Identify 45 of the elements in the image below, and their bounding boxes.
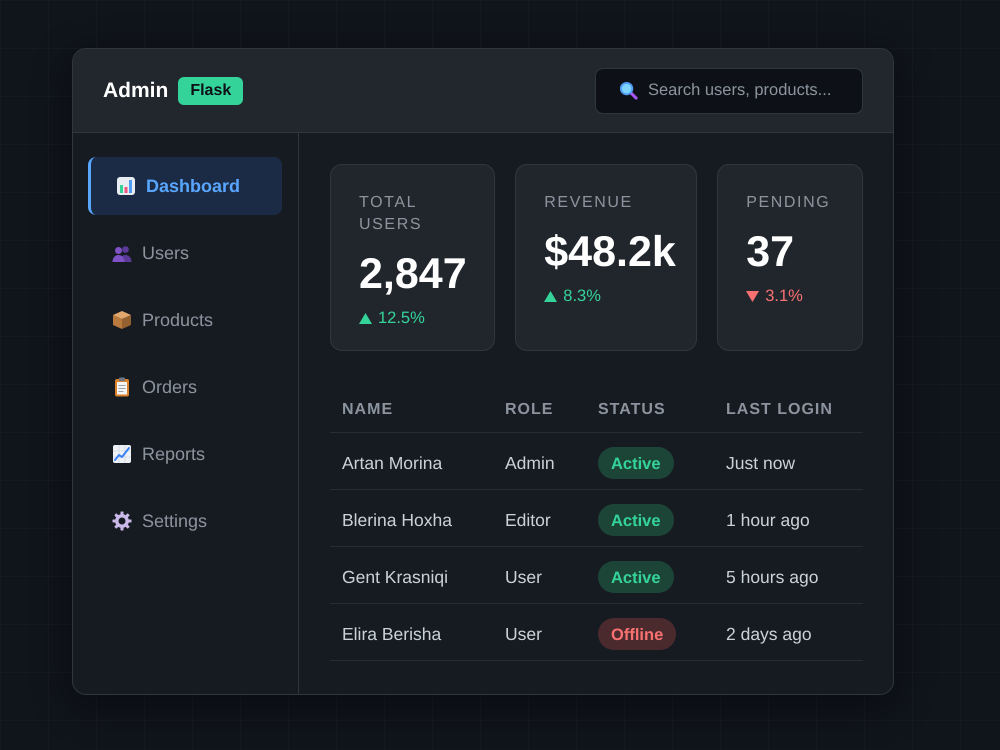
stat-label: PENDING — [746, 193, 832, 213]
status-badge: Active — [598, 561, 674, 593]
status-badge: Offline — [598, 618, 676, 650]
sidebar-nav-item[interactable]: Reports — [88, 425, 282, 483]
sidebar-nav-item[interactable]: Settings — [88, 492, 282, 550]
trend-percent: 3.1% — [765, 286, 803, 306]
sidebar-nav-item[interactable]: Dashboard — [88, 157, 282, 215]
stat-value: 37 — [746, 228, 796, 276]
user-role: Editor — [505, 510, 551, 530]
column-header: NAME — [330, 390, 493, 432]
last-login-time: Just now — [726, 452, 796, 473]
last-login-time: 5 hours ago — [726, 566, 818, 587]
stat-label: REVENUE — [544, 193, 634, 213]
user-name: Gent Krasniqi — [342, 566, 448, 587]
column-header: LAST LOGIN — [714, 390, 863, 432]
trend-percent: 8.3% — [563, 286, 601, 306]
stat-value: 2,847 — [359, 250, 468, 298]
clipboard-icon — [112, 377, 132, 397]
search-icon — [619, 80, 638, 100]
bar-chart-icon — [116, 176, 136, 196]
search-field[interactable]: Search users, products... — [595, 68, 863, 114]
box-icon — [112, 310, 132, 330]
user-role: User — [505, 566, 542, 587]
user-name: Blerina Hoxha — [342, 510, 452, 530]
user-role: Admin — [505, 452, 555, 473]
last-login-time: 1 hour ago — [726, 510, 810, 530]
user-name: Elira Berisha — [342, 624, 442, 644]
sidebar-nav-item[interactable]: Users — [88, 224, 282, 282]
stat-value: $48.2k — [544, 228, 676, 276]
framework-badge: Flask — [178, 76, 244, 104]
user-role: User — [505, 624, 542, 644]
column-header: STATUS — [586, 390, 714, 432]
status-badge: Active — [598, 447, 674, 479]
stat-label: TOTAL USERS — [359, 193, 424, 235]
gear-icon — [112, 511, 132, 531]
trend-percent: 12.5% — [378, 308, 425, 328]
line-chart-icon — [112, 444, 132, 464]
users-icon — [112, 244, 132, 262]
sidebar-nav-item[interactable]: Products — [88, 291, 282, 349]
status-badge: Active — [598, 504, 674, 536]
app-title: Admin — [103, 78, 168, 104]
user-name: Artan Morina — [342, 452, 442, 473]
sidebar-nav-item[interactable]: Orders — [88, 358, 282, 416]
column-header: ROLE — [493, 390, 586, 432]
last-login-time: 2 days ago — [726, 624, 812, 644]
